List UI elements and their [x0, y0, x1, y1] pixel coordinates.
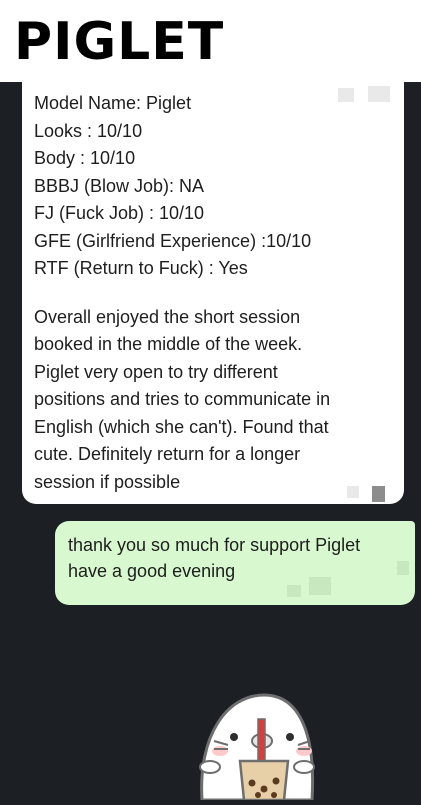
message-line: booked in the middle of the week. [34, 334, 303, 354]
message-line: BBBJ (Blow Job): NA [34, 175, 205, 196]
message-line: Looks : 10/10 [34, 120, 143, 141]
message-line: Piglet very open to try different [34, 361, 278, 382]
redaction-mark [397, 561, 409, 575]
received-message-bubble[interactable]: Model Name: Piglet Looks : 10/10 Body : … [22, 82, 404, 504]
message-line: Overall enjoyed the short session [34, 306, 301, 327]
message-line: positions and tries to communicate in [34, 389, 331, 409]
redaction-mark [287, 585, 301, 597]
seal-bubble-tea-sticker-icon[interactable] [192, 675, 322, 802]
redaction-mark [372, 486, 385, 502]
redaction-mark [368, 86, 390, 102]
message-line: Body : 10/10 [34, 148, 136, 168]
message-line: GFE (Girlfriend Experience) :10/10 [34, 230, 312, 251]
message-line: FJ (Fuck Job) : 10/10 [34, 203, 205, 223]
message-line: cute. Definitely return for a longer [34, 444, 301, 464]
header-bar: PIGLET [0, 0, 421, 82]
sent-message-bubble[interactable]: thank you so much for support Piglet hav… [55, 521, 415, 605]
redaction-mark [309, 577, 331, 595]
page-title: PIGLET [14, 12, 225, 72]
message-line: session if possible [34, 471, 181, 492]
message-line: Model Name: Piglet [34, 93, 192, 113]
message-line: RTF (Return to Fuck) : Yes [34, 258, 248, 278]
message-line: thank you so much for support Piglet [68, 535, 361, 555]
message-line: English (which she can't). Found that [34, 416, 329, 437]
redaction-mark [338, 88, 354, 102]
redaction-mark [347, 486, 359, 498]
received-message-text: Model Name: Piglet Looks : 10/10 Body : … [34, 90, 330, 496]
